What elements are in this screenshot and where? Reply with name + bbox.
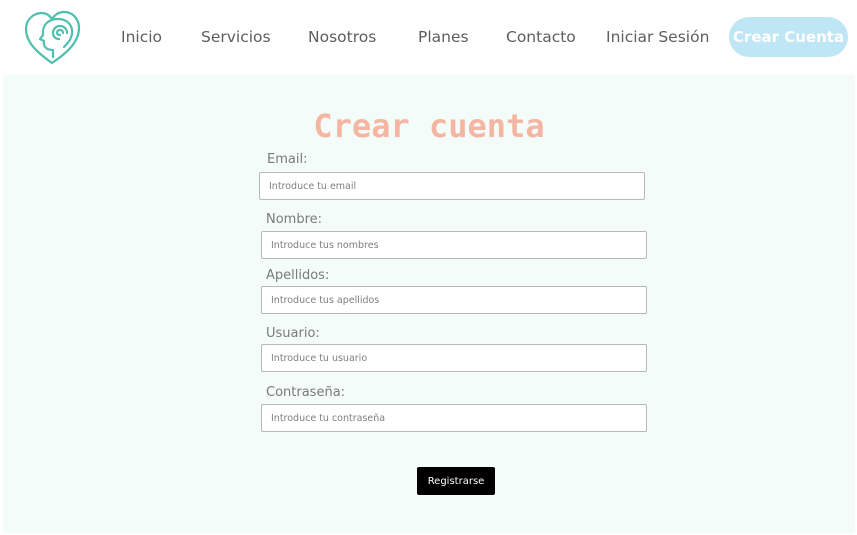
email-label: Email:	[267, 152, 308, 167]
username-label: Usuario:	[266, 326, 320, 341]
register-button[interactable]: Registrarse	[417, 467, 495, 495]
heart-head-spiral-icon	[24, 10, 81, 65]
nav-link-contacto[interactable]: Contacto	[506, 27, 576, 47]
signup-section: Crear cuenta Email: Nombre: Apellidos: U…	[3, 75, 855, 533]
nav-link-nosotros[interactable]: Nosotros	[308, 27, 376, 47]
surname-field[interactable]	[261, 286, 647, 314]
username-field[interactable]	[261, 344, 647, 372]
nav-link-inicio[interactable]: Inicio	[121, 27, 162, 47]
name-label: Nombre:	[266, 212, 323, 227]
nav-link-iniciar-sesion[interactable]: Iniciar Sesión	[606, 27, 709, 47]
nav-link-planes[interactable]: Planes	[418, 27, 469, 47]
navbar: Inicio Servicios Nosotros Planes Contact…	[0, 0, 857, 72]
logo[interactable]	[22, 8, 82, 66]
surname-label: Apellidos:	[266, 268, 330, 283]
password-label: Contraseña:	[266, 385, 346, 400]
create-account-button[interactable]: Crear Cuenta	[729, 17, 848, 57]
password-field[interactable]	[261, 404, 647, 432]
nav-link-servicios[interactable]: Servicios	[201, 27, 271, 47]
name-field[interactable]	[261, 231, 647, 259]
email-field[interactable]	[259, 172, 645, 200]
page-title: Crear cuenta	[313, 107, 545, 145]
